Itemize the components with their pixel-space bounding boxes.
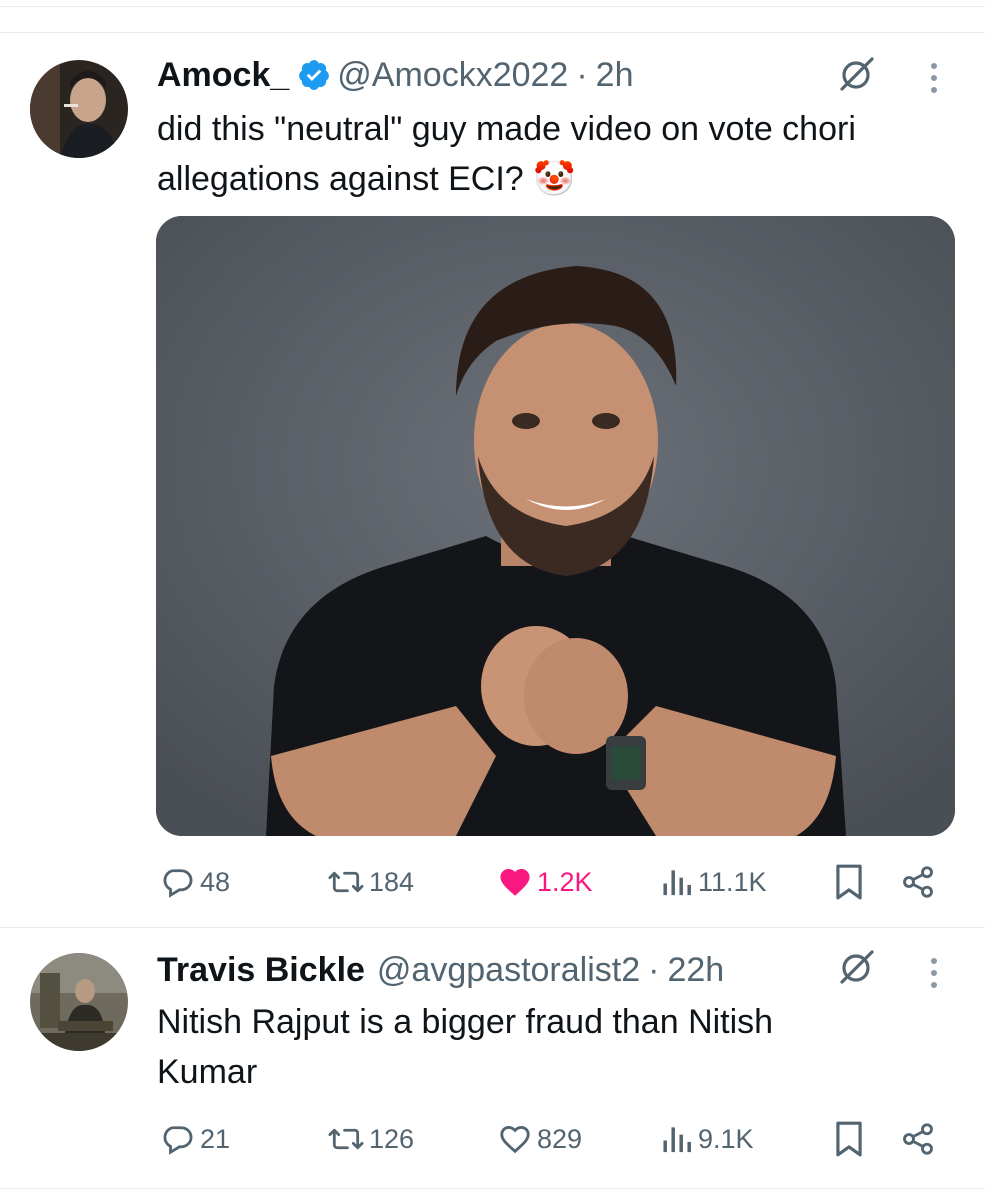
repost-button[interactable]: 126: [327, 1119, 414, 1159]
reply-icon: [163, 1126, 193, 1155]
views-chart-icon: [663, 1127, 691, 1153]
separator: ·: [648, 951, 660, 989]
tweet-text: Nitish Rajput is a bigger fraud than Nit…: [157, 1003, 774, 1091]
bookmark-icon: [836, 1121, 862, 1157]
tweet-header: Travis Bickle @avgpastoralist2 · 22h: [157, 950, 724, 990]
author-handle[interactable]: @avgpastoralist2: [377, 950, 640, 990]
more-options-icon[interactable]: [928, 955, 940, 991]
avatar[interactable]: [30, 953, 128, 1051]
author-name[interactable]: Travis Bickle: [157, 950, 365, 990]
share-button[interactable]: [900, 1119, 936, 1159]
heart-icon: [500, 1126, 530, 1154]
reply-button[interactable]: 21: [160, 1119, 230, 1159]
repost-count: 126: [369, 1123, 415, 1154]
like-button[interactable]: 829: [497, 1119, 582, 1159]
tweet-2[interactable]: Travis Bickle @avgpastoralist2 · 22h Nit…: [0, 0, 985, 1200]
tweet-actions: 21 126 829 9.1K: [157, 1119, 947, 1159]
bottom-divider: [0, 1188, 985, 1189]
bookmark-button[interactable]: [832, 1119, 866, 1159]
reply-count: 21: [200, 1123, 231, 1154]
share-icon: [903, 1123, 933, 1155]
views-button[interactable]: 9.1K: [662, 1119, 754, 1159]
like-count: 829: [537, 1123, 583, 1154]
tweet-time[interactable]: 22h: [667, 950, 724, 990]
views-count: 9.1K: [698, 1123, 754, 1154]
repost-icon: [328, 1128, 364, 1150]
grok-icon[interactable]: [836, 948, 876, 988]
